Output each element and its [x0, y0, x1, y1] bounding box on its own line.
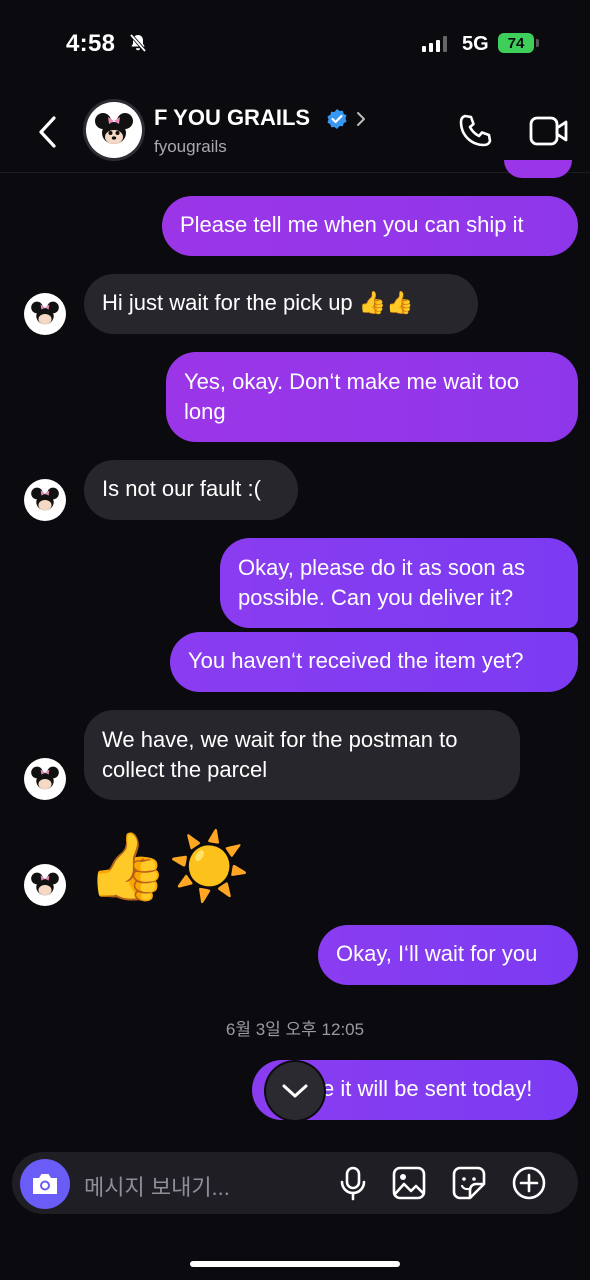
message-text: Okay, I‘ll wait for you: [336, 941, 538, 966]
microphone-icon[interactable]: [334, 1164, 372, 1202]
conversation-name[interactable]: F YOU GRAILS: [154, 105, 310, 131]
plus-circle-icon[interactable]: [510, 1164, 548, 1202]
image-icon[interactable]: [390, 1164, 428, 1202]
sender-avatar[interactable]: [24, 758, 66, 800]
profile-avatar[interactable]: [86, 102, 142, 158]
message-bubble-incoming[interactable]: Is not our fault :(: [84, 460, 298, 520]
battery-level: 74: [507, 34, 525, 52]
sender-avatar[interactable]: [24, 293, 66, 335]
message-text: Hi just wait for the pick up 👍👍: [102, 290, 414, 315]
message-bubble-incoming[interactable]: Hi just wait for the pick up 👍👍: [84, 274, 478, 334]
message-bubble-outgoing[interactable]: Okay, I‘ll wait for you: [318, 925, 578, 985]
message-bubble-incoming[interactable]: We have, we wait for the postman to coll…: [84, 710, 520, 800]
battery-cap: [536, 39, 539, 47]
mouse-character-icon: [95, 113, 133, 144]
chevron-right-icon[interactable]: [354, 110, 368, 128]
message-bubble-partial: [504, 160, 572, 178]
phone-icon[interactable]: [456, 112, 494, 150]
message-bubble-outgoing[interactable]: You haven‘t received the item yet?: [170, 632, 578, 692]
home-indicator: [190, 1261, 400, 1267]
battery-indicator: 74: [498, 33, 534, 53]
bell-muted-icon: [129, 33, 147, 53]
message-text: We have, we wait for the postman to coll…: [102, 727, 458, 782]
conversation-handle: fyougrails: [154, 137, 227, 156]
signal-icon: [422, 36, 447, 52]
mouse-character-icon: [31, 872, 59, 896]
header-divider: [0, 172, 590, 173]
network-type: 5G: [462, 33, 489, 55]
message-text: You haven‘t received the item yet?: [188, 648, 524, 673]
chevron-left-icon[interactable]: [34, 114, 62, 150]
sticker-icon[interactable]: [450, 1164, 488, 1202]
message-text: Yes, okay. Don‘t make me wait too long: [184, 369, 520, 424]
status-time: 4:58: [66, 30, 116, 57]
mouse-character-icon: [31, 766, 59, 790]
message-bubble-outgoing[interactable]: Okay, please do it as soon as possible. …: [220, 538, 578, 628]
message-text: Please tell me when you can ship it: [180, 212, 524, 237]
message-text: e it will be sent today!: [322, 1076, 533, 1101]
camera-icon: [33, 1174, 57, 1194]
video-camera-icon[interactable]: [528, 114, 570, 148]
message-bubble-outgoing[interactable]: Please tell me when you can ship it: [162, 196, 578, 256]
sender-avatar[interactable]: [24, 479, 66, 521]
sender-avatar[interactable]: [24, 864, 66, 906]
scroll-to-bottom-button[interactable]: [266, 1062, 324, 1120]
message-timestamp: 6월 3일 오후 12:05: [225, 1020, 365, 1039]
message-text: Is not our fault :(: [102, 476, 261, 501]
message-input[interactable]: 메시지 보내기...: [84, 1170, 230, 1202]
verified-badge-icon: [327, 109, 347, 129]
mouse-character-icon: [31, 301, 59, 325]
message-text: Okay, please do it as soon as possible. …: [238, 555, 525, 610]
mouse-character-icon: [31, 487, 59, 511]
chevron-down-icon: [282, 1084, 308, 1098]
emoji-message[interactable]: 👍☀️: [86, 826, 250, 906]
camera-button[interactable]: [20, 1159, 70, 1209]
message-bubble-outgoing[interactable]: Yes, okay. Don‘t make me wait too long: [166, 352, 578, 442]
